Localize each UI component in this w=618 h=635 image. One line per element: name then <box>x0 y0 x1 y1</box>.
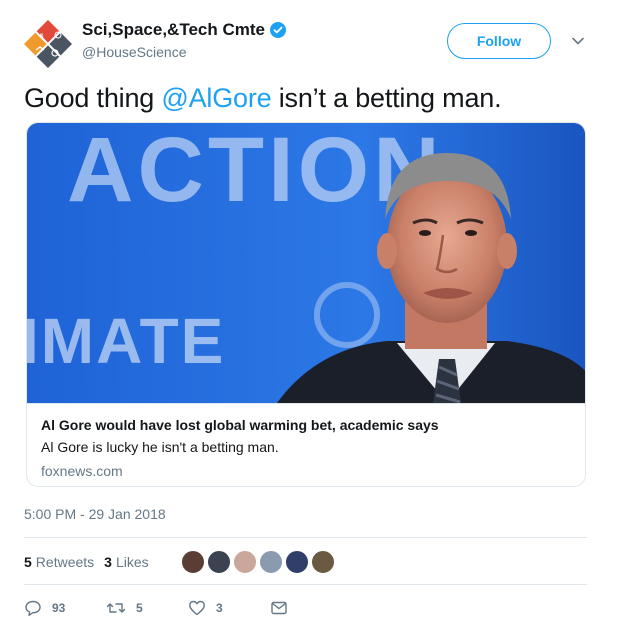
reply-icon <box>25 600 41 616</box>
account-name-block[interactable]: Sci,Space,&Tech Cmte @HouseScience <box>82 20 286 60</box>
liker-avatar[interactable] <box>180 550 205 574</box>
tweet-text-before: Good thing <box>24 83 162 113</box>
link-card[interactable]: ACTION IMATE Al Gore would have lost glo… <box>26 122 586 487</box>
tweet-actions: 93 5 3 <box>24 596 288 620</box>
reply-button[interactable]: 93 <box>24 599 106 617</box>
like-button[interactable]: 3 <box>188 599 270 617</box>
mention-link[interactable]: @AlGore <box>161 83 271 113</box>
tweet-header: $ Sci,Space,&Tech Cmte @HouseScience Fol… <box>24 16 594 72</box>
card-image-text-bottom: IMATE <box>27 305 225 377</box>
card-image[interactable]: ACTION IMATE <box>27 123 586 403</box>
tweet-stats: 5 Retweets 3 Likes <box>24 548 335 576</box>
retweets-stat[interactable]: 5 Retweets <box>24 554 94 570</box>
liker-avatar[interactable] <box>310 550 335 574</box>
retweets-label: Retweets <box>35 554 95 570</box>
display-name[interactable]: Sci,Space,&Tech Cmte <box>82 20 265 40</box>
card-domain: foxnews.com <box>41 463 123 479</box>
direct-message-button[interactable] <box>270 599 288 617</box>
likes-label: Likes <box>115 554 149 570</box>
chevron-down-icon <box>572 37 584 45</box>
reply-count: 93 <box>52 601 66 615</box>
retweet-button[interactable]: 5 <box>106 599 188 617</box>
tweet-timestamp[interactable]: 5:00 PM - 29 Jan 2018 <box>24 506 166 522</box>
liker-avatars <box>180 550 335 574</box>
follow-button[interactable]: Follow <box>447 23 551 59</box>
retweet-icon <box>106 603 126 613</box>
liker-avatar[interactable] <box>206 550 231 574</box>
like-count: 3 <box>216 601 223 615</box>
likes-count: 3 <box>104 554 112 570</box>
more-options-button[interactable] <box>567 30 589 52</box>
liker-avatar[interactable] <box>232 550 257 574</box>
card-title[interactable]: Al Gore would have lost global warming b… <box>41 416 573 434</box>
heart-icon <box>189 600 205 616</box>
account-avatar[interactable]: $ <box>24 20 72 68</box>
divider-top <box>24 537 587 538</box>
tweet-text-after: isn’t a betting man. <box>271 83 502 113</box>
envelope-icon <box>271 601 287 615</box>
verified-badge-icon <box>269 22 286 38</box>
liker-avatar[interactable] <box>284 550 309 574</box>
card-body[interactable]: Al Gore would have lost global warming b… <box>27 403 585 486</box>
tweet-text: Good thing @AlGore isn’t a betting man. <box>24 80 502 116</box>
likes-stat[interactable]: 3 Likes <box>104 554 148 570</box>
card-description: Al Gore is lucky he isn't a betting man. <box>41 439 279 455</box>
account-handle[interactable]: @HouseScience <box>82 44 286 60</box>
liker-avatar[interactable] <box>258 550 283 574</box>
retweets-count: 5 <box>24 554 32 570</box>
divider-bottom <box>24 584 587 585</box>
retweet-count: 5 <box>136 601 143 615</box>
